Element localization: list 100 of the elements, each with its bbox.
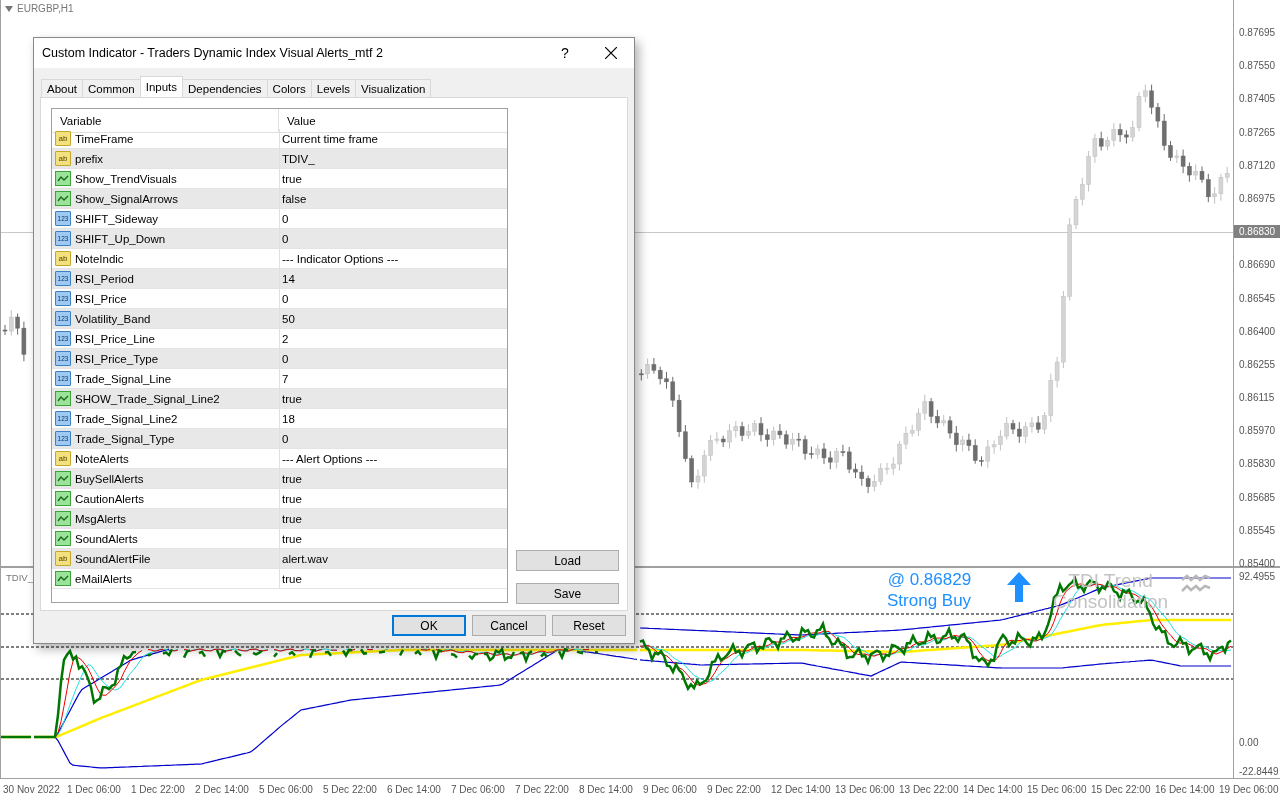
price-label: 0.86400 xyxy=(1239,324,1277,338)
value-cell[interactable]: false xyxy=(279,189,507,209)
dialog-button[interactable]: Cancel xyxy=(472,615,546,636)
time-label: 1 Dec 22:00 xyxy=(131,784,186,795)
time-label: 12 Dec 14:00 xyxy=(771,784,832,795)
value-cell[interactable]: true xyxy=(279,389,507,409)
price-label: 0.85970 xyxy=(1239,424,1277,438)
dialog-button[interactable]: OK xyxy=(392,615,466,636)
dialog-button[interactable]: Reset xyxy=(552,615,626,636)
up-arrow-icon xyxy=(1007,572,1031,602)
time-label: 1 Dec 06:00 xyxy=(67,784,122,795)
variable-name: eMailAlerts xyxy=(75,572,132,585)
indicator-axis-label: 92.4955 xyxy=(1239,570,1277,583)
tab[interactable]: Dependencies xyxy=(182,79,268,97)
variable-cell[interactable]: ab prefix xyxy=(52,149,279,169)
column-header[interactable]: Value xyxy=(279,109,507,133)
price-label: 0.85830 xyxy=(1239,457,1277,471)
variable-name: Trade_Signal_Type xyxy=(75,432,175,445)
variable-name: SoundAlertFile xyxy=(75,552,151,565)
boolean-icon xyxy=(55,531,71,546)
value-cell[interactable]: alert.wav xyxy=(279,549,507,569)
variable-cell[interactable]: SHOW_Trade_Signal_Line2 xyxy=(52,389,279,409)
value-cell[interactable]: 0 xyxy=(279,429,507,449)
value-cell[interactable]: true xyxy=(279,509,507,529)
time-label: 15 Dec 22:00 xyxy=(1091,784,1152,795)
price-label: 0.87120 xyxy=(1239,158,1277,172)
boolean-icon xyxy=(55,391,71,406)
boolean-icon xyxy=(55,171,71,186)
price-label: 0.86255 xyxy=(1239,357,1277,371)
time-label: 13 Dec 06:00 xyxy=(835,784,896,795)
boolean-icon xyxy=(55,491,71,506)
boolean-icon xyxy=(55,191,71,206)
variable-name: SHIFT_Up_Down xyxy=(75,232,166,245)
variable-name: CautionAlerts xyxy=(75,492,145,505)
tab[interactable]: Visualization xyxy=(355,79,432,97)
boolean-icon xyxy=(55,511,71,526)
price-label: 0.86690 xyxy=(1239,258,1277,272)
boolean-icon xyxy=(55,471,71,486)
variable-name: NoteAlerts xyxy=(75,452,129,465)
side-button[interactable]: Save xyxy=(516,583,619,604)
time-label: 9 Dec 22:00 xyxy=(707,784,762,795)
dialog-title: Custom Indicator - Traders Dynamic Index Visual Alerts_mtf 2 xyxy=(42,46,384,60)
variable-cell[interactable]: Show_SignalArrows xyxy=(52,189,279,209)
variable-name: NoteIndic xyxy=(75,252,124,265)
time-label: 2 Dec 14:00 xyxy=(195,784,250,795)
variable-name: RSI_Price_Line xyxy=(75,332,155,345)
tab[interactable]: Inputs xyxy=(139,76,184,97)
variable-name: Trade_Signal_Line xyxy=(75,372,172,385)
variable-name: TimeFrame xyxy=(75,132,134,145)
tab[interactable]: About xyxy=(41,79,84,97)
variable-name: SHIFT_Sideway xyxy=(75,212,159,225)
value-cell[interactable]: 0 xyxy=(279,229,507,249)
boolean-icon xyxy=(55,571,71,586)
variable-cell[interactable]: eMailAlerts xyxy=(52,569,279,589)
price-label: 0.87405 xyxy=(1239,92,1277,106)
variable-name: Show_TrendVisuals xyxy=(75,172,177,185)
current-price-label: 0.86830 xyxy=(1234,225,1280,239)
variable-name: SHOW_Trade_Signal_Line2 xyxy=(75,392,220,405)
variable-name: RSI_Price_Type xyxy=(75,352,159,365)
side-button[interactable]: Load xyxy=(516,550,619,571)
value-cell[interactable]: true xyxy=(279,569,507,589)
signal-label: Strong Buy xyxy=(887,590,972,611)
time-label: 30 Nov 2022 xyxy=(3,784,61,795)
price-label: 0.86975 xyxy=(1239,191,1277,205)
value-cell[interactable]: TDIV_ xyxy=(279,149,507,169)
time-label: 14 Dec 14:00 xyxy=(963,784,1024,795)
dropdown-icon[interactable] xyxy=(5,5,13,12)
signal-price: @ 0.86829 xyxy=(887,569,972,590)
time-label: 13 Dec 22:00 xyxy=(899,784,960,795)
variable-cell[interactable]: BuySellAlerts xyxy=(52,469,279,489)
time-label: 8 Dec 14:00 xyxy=(579,784,634,795)
value-cell[interactable]: 14 xyxy=(279,269,507,289)
time-label: 19 Dec 06:00 xyxy=(1219,784,1280,795)
variable-name: BuySellAlerts xyxy=(75,472,144,485)
value-cell[interactable]: 50 xyxy=(279,309,507,329)
indicator-name: TDIV_ xyxy=(6,572,33,583)
price-label: 0.87550 xyxy=(1239,59,1277,73)
close-icon xyxy=(605,47,617,59)
price-label: 0.87265 xyxy=(1239,125,1277,139)
time-label: 7 Dec 22:00 xyxy=(515,784,570,795)
value-cell[interactable]: 0 xyxy=(279,349,507,369)
variable-name: Trade_Signal_Line2 xyxy=(75,412,178,425)
indicator-axis-label: 0.00 xyxy=(1239,736,1260,749)
price-label: 0.86545 xyxy=(1239,291,1277,305)
text-icon: ab xyxy=(55,251,71,266)
variable-cell[interactable]: MsgAlerts xyxy=(52,509,279,529)
time-label: 9 Dec 06:00 xyxy=(643,784,698,795)
variable-name: RSI_Period xyxy=(75,272,134,285)
price-label: 0.85545 xyxy=(1239,523,1277,537)
text-icon: ab xyxy=(55,151,71,166)
text-icon: ab xyxy=(55,131,71,146)
value-cell[interactable]: true xyxy=(279,469,507,489)
time-label: 6 Dec 14:00 xyxy=(387,784,442,795)
price-label: 0.85685 xyxy=(1239,490,1277,504)
text-icon: ab xyxy=(55,451,71,466)
variable-name: Volatility_Band xyxy=(75,312,151,325)
time-label: 5 Dec 06:00 xyxy=(259,784,314,795)
variable-name: SoundAlerts xyxy=(75,532,138,545)
variable-cell[interactable]: ab SoundAlertFile xyxy=(52,549,279,569)
price-label: 0.86115 xyxy=(1239,391,1276,405)
